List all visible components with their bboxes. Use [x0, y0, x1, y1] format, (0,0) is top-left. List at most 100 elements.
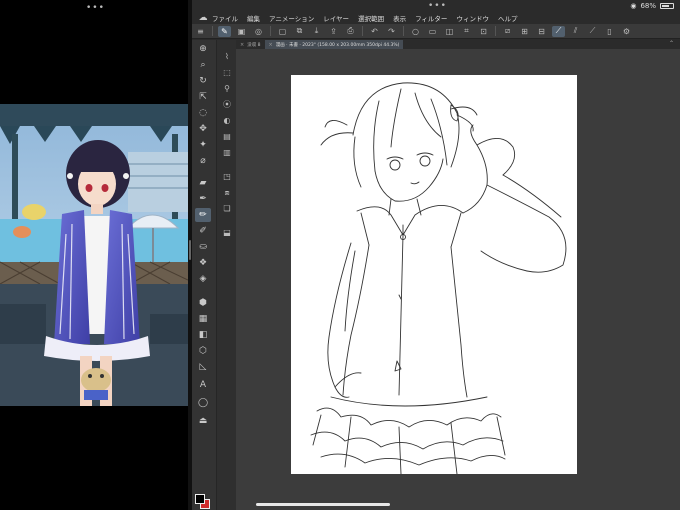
- chevron-up-icon[interactable]: ⌃: [669, 40, 674, 47]
- tool-property-icon[interactable]: ⚲: [220, 82, 234, 95]
- reference-illustration: [0, 104, 188, 406]
- reference-image: [0, 104, 188, 406]
- separator: [362, 26, 363, 36]
- snap-grid-icon[interactable]: ⟋: [586, 26, 599, 37]
- undo-icon[interactable]: ↶: [368, 26, 381, 37]
- ruler-snap-icon[interactable]: ⊟: [535, 26, 548, 37]
- menu-selection[interactable]: 選択範囲: [358, 13, 384, 23]
- separator: [403, 26, 404, 36]
- hand-tool-icon[interactable]: ⌕: [195, 58, 211, 72]
- color-wheel-icon[interactable]: ◐: [220, 114, 234, 127]
- document-tab-active[interactable]: × 漫画 · 未書 · 2023° (158.00 x 203.00mm 350…: [264, 40, 404, 49]
- zoom-tool-icon[interactable]: ⊕: [195, 42, 211, 56]
- deselect-icon[interactable]: ○: [409, 26, 422, 37]
- menu-file[interactable]: ファイル: [212, 13, 238, 23]
- menu-view[interactable]: 表示: [393, 13, 406, 23]
- history-icon[interactable]: ◎: [252, 26, 265, 37]
- selection-tool-icon[interactable]: ⧄: [501, 26, 514, 37]
- menu-animation[interactable]: アニメーション: [269, 13, 314, 23]
- clip-studio-window: ••• ◉ 68% ☁ ファイル 編集 アニメーション レイヤー 選択範囲 表示…: [192, 0, 680, 510]
- menu-layer[interactable]: レイヤー: [323, 13, 349, 23]
- canvas-workspace[interactable]: [236, 49, 680, 510]
- tab-label: 没収 8: [247, 42, 261, 48]
- tool-palette: ⊕ ⌕ ↻ ⇱ ◌ ✥ ✦ ⌀ ▰ ✒ ✏ ✐ ⛀ ❖ ◈ ⬢ ▦ ◧ ⬡ ◺ …: [192, 40, 216, 510]
- home-indicator[interactable]: [256, 503, 390, 506]
- layer-property-icon[interactable]: ⧈: [220, 186, 234, 199]
- sketch-drawing: [310, 82, 567, 474]
- tab-label: 漫画 · 未書 · 2023° (158.00 x 203.00mm 350dp…: [275, 42, 400, 48]
- multitasking-handle[interactable]: •••: [428, 1, 447, 11]
- document-tab-bar: × 没収 8 × 漫画 · 未書 · 2023° (158.00 x 203.0…: [236, 40, 680, 49]
- device-icon[interactable]: ▯: [603, 26, 616, 37]
- pencil-tool-icon[interactable]: ✏: [195, 208, 211, 222]
- menu-window[interactable]: ウィンドウ: [456, 13, 489, 23]
- print-icon[interactable]: ⎙: [344, 26, 357, 37]
- battery-percent: 68%: [640, 2, 656, 10]
- color-set-icon[interactable]: ▤: [220, 130, 234, 143]
- separator: [495, 26, 496, 36]
- fill-icon[interactable]: ◫: [443, 26, 456, 37]
- redo-icon[interactable]: ↷: [385, 26, 398, 37]
- main-color-swatch[interactable]: [195, 494, 205, 504]
- pen-tool-icon[interactable]: ✒: [195, 192, 211, 206]
- pen-pressure-icon[interactable]: ⌇: [220, 50, 234, 63]
- layers-icon[interactable]: ❏: [220, 202, 234, 215]
- wifi-icon: ◉: [630, 2, 637, 10]
- crop-icon[interactable]: ⊡: [477, 26, 490, 37]
- figure-tool-icon[interactable]: ◧: [195, 328, 211, 342]
- clear-icon[interactable]: ▭: [426, 26, 439, 37]
- transform-icon[interactable]: ⌗: [460, 26, 473, 37]
- save-icon[interactable]: ⤓: [310, 26, 323, 37]
- menu-help[interactable]: ヘルプ: [498, 13, 518, 23]
- eyedropper-icon[interactable]: ⌀: [195, 154, 211, 168]
- blend-tool-icon[interactable]: ◈: [195, 272, 211, 286]
- divider-grip[interactable]: [189, 240, 191, 260]
- open-icon[interactable]: ⧉: [293, 26, 306, 37]
- text-tool-icon[interactable]: A: [195, 378, 211, 392]
- airbrush-icon[interactable]: ⛀: [195, 240, 211, 254]
- snap-ruler-icon[interactable]: ⟋: [552, 25, 565, 37]
- settings-icon[interactable]: ⚙: [620, 26, 633, 37]
- menu-filter[interactable]: フィルター: [415, 13, 447, 23]
- rotate-tool-icon[interactable]: ↻: [195, 74, 211, 88]
- balloon-tool-icon[interactable]: ◯: [195, 396, 211, 410]
- object-tool-icon[interactable]: ⇱: [195, 90, 211, 104]
- brush-size-icon[interactable]: ⦿: [220, 98, 234, 111]
- export-icon[interactable]: ⇪: [327, 26, 340, 37]
- ruler-tool-icon[interactable]: ◺: [195, 360, 211, 374]
- color-history-icon[interactable]: ▥: [220, 146, 234, 159]
- close-tab-icon[interactable]: ×: [269, 42, 273, 48]
- screen: ••• ••• ◉ 68% ☁ ファイル 編集 アニメーション レイヤー 選択範…: [0, 0, 680, 510]
- document-tab[interactable]: × 没収 8: [236, 40, 265, 49]
- close-tab-icon[interactable]: ×: [240, 42, 244, 48]
- gradient-tool-icon[interactable]: ▦: [195, 312, 211, 326]
- material-icon[interactable]: ⬓: [220, 226, 234, 239]
- separator: [270, 26, 271, 36]
- multitasking-handle[interactable]: •••: [86, 3, 105, 13]
- brush-tool-icon[interactable]: ✐: [195, 224, 211, 238]
- edit-icon[interactable]: ▣: [235, 26, 248, 37]
- decoration-icon[interactable]: ❖: [195, 256, 211, 270]
- navigator-icon[interactable]: ◳: [220, 170, 234, 183]
- drawing-canvas[interactable]: [291, 75, 577, 474]
- subtool-icon[interactable]: ⬚: [220, 66, 234, 79]
- magic-wand-icon[interactable]: ✦: [195, 138, 211, 152]
- menu-toggle-icon[interactable]: ≡: [194, 26, 207, 37]
- modify-tool-icon[interactable]: ✎: [218, 25, 231, 37]
- menu-bar: ☁ ファイル 編集 アニメーション レイヤー 選択範囲 表示 フィルター ウィン…: [192, 12, 680, 24]
- frame-tool-icon[interactable]: ⬡: [195, 344, 211, 358]
- status-bar: ◉ 68%: [630, 2, 674, 10]
- snap-special-ruler-icon[interactable]: ⫽: [569, 26, 582, 37]
- app-logo-icon[interactable]: ☁: [194, 13, 212, 23]
- separator: [212, 26, 213, 36]
- move-tool-icon[interactable]: ✥: [195, 122, 211, 136]
- lasso-tool-icon[interactable]: ◌: [195, 106, 211, 120]
- fill-tool-icon[interactable]: ⬢: [195, 296, 211, 310]
- new-file-icon[interactable]: ▢: [276, 26, 289, 37]
- snap-icon[interactable]: ⊞: [518, 26, 531, 37]
- menu-edit[interactable]: 編集: [247, 13, 260, 23]
- battery-icon: [660, 3, 674, 9]
- correct-line-icon[interactable]: ⏏: [195, 414, 211, 428]
- eraser-icon[interactable]: ▰: [195, 176, 211, 190]
- battery-fill: [662, 5, 669, 7]
